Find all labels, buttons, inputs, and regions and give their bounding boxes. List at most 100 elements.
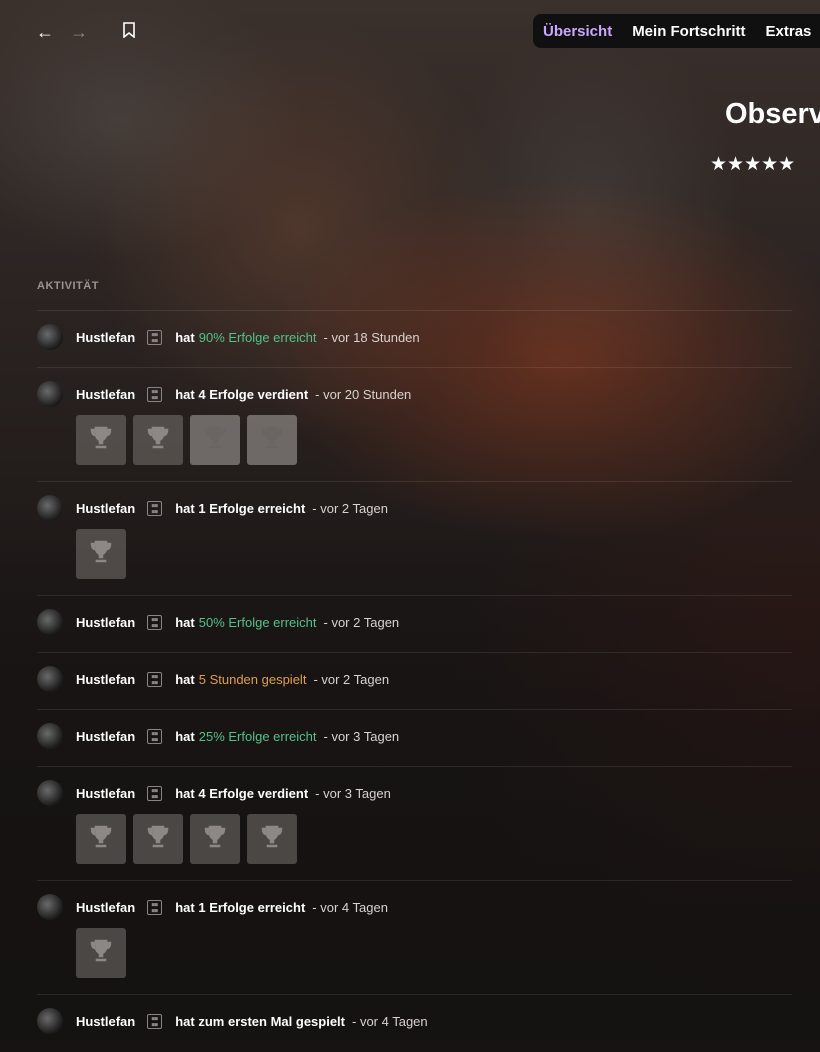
username-link[interactable]: Hustlefan xyxy=(76,729,135,744)
activity-time: - vor 3 Tagen xyxy=(315,785,391,801)
achievement-tile[interactable] xyxy=(133,415,183,465)
achievement-list xyxy=(76,928,126,978)
username-link[interactable]: Hustlefan xyxy=(76,672,135,687)
activity-row: Hustlefan ■■ ■■ hat 50% Erfolge erreicht - vo… xyxy=(37,609,399,635)
activity-time: - vor 18 Stunden xyxy=(323,329,420,345)
activity-time: - vor 4 Tagen xyxy=(352,1013,428,1029)
username-link[interactable]: Hustlefan xyxy=(76,501,135,516)
trophy-icon xyxy=(202,424,228,457)
activity-time: - vor 2 Tagen xyxy=(323,614,400,630)
activity-row: Hustlefan ■■ ■■ hat 4 Erfolge verdient - vor… xyxy=(37,780,391,806)
trophy-icon xyxy=(202,823,228,856)
avatar[interactable] xyxy=(37,1008,63,1034)
activity-section-label: AKTIVITÄT xyxy=(37,280,99,292)
tab-my-progress[interactable]: Mein Fortschritt xyxy=(622,23,755,40)
activity-text: hat xyxy=(175,728,195,744)
bookmark-icon[interactable] xyxy=(117,20,141,44)
username-link[interactable]: Hustlefan xyxy=(76,786,135,801)
trophy-icon xyxy=(145,424,171,457)
back-arrow-icon[interactable]: ← xyxy=(33,20,57,44)
platform-icon: ■■ ■■ xyxy=(147,728,163,744)
activity-highlight: 90% Erfolge erreicht xyxy=(198,329,317,345)
activity-time: - vor 2 Tagen xyxy=(312,500,388,516)
activity-text: hat 4 Erfolge verdient xyxy=(175,386,309,402)
activity-item: Hustlefan ■■ ■■ hat 1 Erfolge erreicht - vor… xyxy=(37,880,792,995)
top-bar: ← → Übersicht Mein Fortschritt Extras xyxy=(0,0,820,64)
activity-text: hat xyxy=(175,329,195,345)
platform-icon: ■■ ■■ xyxy=(147,899,163,915)
activity-item: Hustlefan ■■ ■■ hat 25% Erfolge erreicht - vo… xyxy=(37,709,792,767)
avatar[interactable] xyxy=(37,894,63,920)
achievement-tile[interactable] xyxy=(190,415,240,465)
game-title: Observ xyxy=(725,98,820,130)
avatar[interactable] xyxy=(37,495,63,521)
achievement-tile[interactable] xyxy=(190,814,240,864)
activity-text: hat 1 Erfolge erreicht xyxy=(175,500,306,516)
platform-icon: ■■ ■■ xyxy=(147,785,163,801)
activity-time: - vor 3 Tagen xyxy=(323,728,400,744)
tab-overview[interactable]: Übersicht xyxy=(533,23,622,40)
activity-time: - vor 4 Tagen xyxy=(312,899,388,915)
activity-highlight: 5 Stunden gespielt xyxy=(198,671,307,687)
avatar[interactable] xyxy=(37,780,63,806)
username-link[interactable]: Hustlefan xyxy=(76,900,135,915)
platform-icon: ■■ ■■ xyxy=(147,500,163,516)
platform-icon: ■■ ■■ xyxy=(147,386,163,402)
activity-item: Hustlefan ■■ ■■ hat 4 Erfolge verdient - vor… xyxy=(37,367,792,482)
achievement-tile[interactable] xyxy=(133,814,183,864)
activity-item: Hustlefan ■■ ■■ hat 1 Erfolge erreicht - vor… xyxy=(37,481,792,596)
avatar[interactable] xyxy=(37,723,63,749)
activity-time: - vor 20 Stunden xyxy=(315,386,412,402)
activity-text: hat xyxy=(175,671,195,687)
trophy-icon xyxy=(259,823,285,856)
activity-text: hat 4 Erfolge verdient xyxy=(175,785,309,801)
activity-row: Hustlefan ■■ ■■ hat 5 Stunden gespielt - vor … xyxy=(37,666,389,692)
trophy-icon xyxy=(88,823,114,856)
trophy-icon xyxy=(88,538,114,571)
platform-icon: ■■ ■■ xyxy=(147,614,163,630)
activity-item: Hustlefan ■■ ■■ hat 4 Erfolge verdient - vor… xyxy=(37,766,792,881)
avatar[interactable] xyxy=(37,666,63,692)
rating-stars: ★★★★★ xyxy=(710,154,796,175)
achievement-tile[interactable] xyxy=(76,814,126,864)
achievement-tile[interactable] xyxy=(247,814,297,864)
activity-row: Hustlefan ■■ ■■ hat zum ersten Mal gespielt… xyxy=(37,1008,428,1034)
activity-time: - vor 2 Tagen xyxy=(313,671,390,687)
avatar[interactable] xyxy=(37,609,63,635)
achievement-tile[interactable] xyxy=(247,415,297,465)
activity-item: Hustlefan ■■ ■■ hat zum ersten Mal gespielt… xyxy=(37,994,792,1052)
activity-highlight: 25% Erfolge erreicht xyxy=(198,728,317,744)
username-link[interactable]: Hustlefan xyxy=(76,387,135,402)
trophy-icon xyxy=(88,424,114,457)
achievement-list xyxy=(76,814,297,864)
activity-row: Hustlefan ■■ ■■ hat 4 Erfolge verdient - vor… xyxy=(37,381,411,407)
activity-highlight: 50% Erfolge erreicht xyxy=(198,614,317,630)
username-link[interactable]: Hustlefan xyxy=(76,330,135,345)
activity-row: Hustlefan ■■ ■■ hat 1 Erfolge erreicht - vor… xyxy=(37,495,388,521)
activity-item: Hustlefan ■■ ■■ hat 5 Stunden gespielt - vor … xyxy=(37,652,792,710)
platform-icon: ■■ ■■ xyxy=(147,329,163,345)
activity-text: hat zum ersten Mal gespielt xyxy=(175,1013,345,1029)
achievement-tile[interactable] xyxy=(76,415,126,465)
activity-item: Hustlefan ■■ ■■ hat 90% Erfolge erreicht - vo… xyxy=(37,310,792,368)
achievement-tile[interactable] xyxy=(76,928,126,978)
tab-bar: Übersicht Mein Fortschritt Extras xyxy=(533,14,820,48)
activity-row: Hustlefan ■■ ■■ hat 1 Erfolge erreicht - vor… xyxy=(37,894,388,920)
trophy-icon xyxy=(145,823,171,856)
activity-text: hat 1 Erfolge erreicht xyxy=(175,899,306,915)
username-link[interactable]: Hustlefan xyxy=(76,615,135,630)
platform-icon: ■■ ■■ xyxy=(147,671,163,687)
avatar[interactable] xyxy=(37,381,63,407)
activity-item: Hustlefan ■■ ■■ hat 50% Erfolge erreicht - vo… xyxy=(37,595,792,653)
tab-extras[interactable]: Extras xyxy=(756,23,820,40)
avatar[interactable] xyxy=(37,324,63,350)
trophy-icon xyxy=(88,937,114,970)
activity-text: hat xyxy=(175,614,195,630)
achievement-list xyxy=(76,415,297,465)
achievement-tile[interactable] xyxy=(76,529,126,579)
forward-arrow-icon[interactable]: → xyxy=(67,20,91,44)
activity-row: Hustlefan ■■ ■■ hat 90% Erfolge erreicht - vo… xyxy=(37,324,420,350)
trophy-icon xyxy=(259,424,285,457)
activity-row: Hustlefan ■■ ■■ hat 25% Erfolge erreicht - vo… xyxy=(37,723,399,749)
username-link[interactable]: Hustlefan xyxy=(76,1014,135,1029)
